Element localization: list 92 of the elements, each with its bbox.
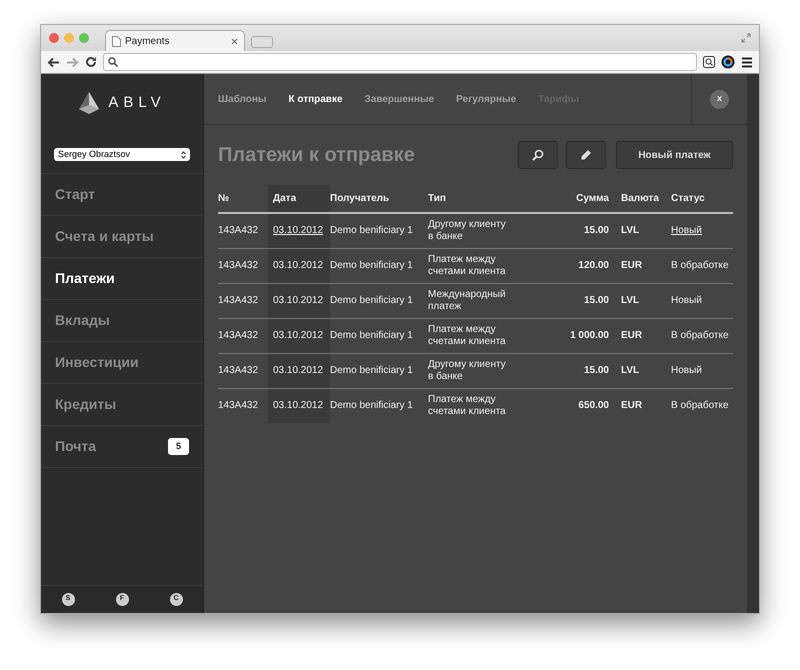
sidebar-item-label: Почта bbox=[55, 437, 96, 456]
type-text: Другому клиенту в банке bbox=[428, 359, 507, 382]
column-header: Статус bbox=[671, 185, 733, 213]
page-title: Платежи к отправке bbox=[218, 143, 416, 167]
table-cell: Новый bbox=[671, 364, 702, 376]
sidebar-item-label: Старт bbox=[55, 185, 95, 204]
sidebar-item[interactable]: Старт bbox=[41, 174, 203, 216]
sidebar-item[interactable]: Платежи bbox=[41, 258, 203, 300]
table-cell: 15.00 bbox=[584, 294, 609, 306]
table-cell: EUR bbox=[621, 400, 642, 411]
fullscreen-icon[interactable] bbox=[741, 33, 751, 43]
table-cell: EUR bbox=[621, 260, 642, 271]
close-icon[interactable] bbox=[231, 38, 238, 44]
table-cell: 143A432 bbox=[218, 294, 258, 306]
sidebar-item-label: Счета и карты bbox=[55, 227, 154, 246]
sidebar-item[interactable]: Счета и карты bbox=[41, 216, 203, 258]
updown-icon bbox=[181, 150, 186, 158]
table-cell: 15.00 bbox=[584, 225, 609, 236]
type-text: Платеж между счетами клиента bbox=[428, 324, 507, 347]
zoom-icon[interactable] bbox=[703, 56, 715, 68]
sidebar-item[interactable]: Вклады bbox=[41, 300, 203, 342]
table-cell: Demo benificiary 1 bbox=[330, 330, 413, 341]
nav-tab[interactable]: Регулярные bbox=[456, 92, 516, 106]
table-cell: LVL bbox=[621, 294, 640, 306]
column-header: Дата bbox=[268, 185, 330, 213]
type-text: Международный платеж bbox=[428, 289, 507, 312]
search-button[interactable] bbox=[518, 141, 558, 169]
table-cell: 120.00 bbox=[578, 260, 609, 271]
page-icon bbox=[112, 36, 121, 46]
count-badge: 5 bbox=[168, 438, 189, 456]
column-header: Валюта bbox=[621, 185, 671, 213]
table-cell: Demo benificiary 1 bbox=[330, 294, 413, 306]
column-header: Сумма bbox=[548, 185, 621, 213]
table-cell: 03.10.2012 bbox=[273, 294, 324, 306]
scrollbar-track[interactable] bbox=[747, 74, 759, 613]
table-cell: Demo benificiary 1 bbox=[330, 260, 413, 271]
table-cell: 650.00 bbox=[578, 400, 609, 411]
user-select[interactable]: Sergey Obraztsov bbox=[54, 148, 190, 161]
search-icon bbox=[108, 57, 118, 67]
table-cell: 143A432 bbox=[218, 400, 258, 411]
table-cell: 03.10.2012 bbox=[273, 400, 324, 411]
new-payment-button[interactable]: Новый платеж bbox=[616, 141, 733, 169]
pencil-icon bbox=[580, 149, 592, 161]
table-cell: В обработке bbox=[671, 330, 729, 341]
forward-icon[interactable] bbox=[66, 56, 79, 68]
nav-tab[interactable]: Шаблоны bbox=[218, 92, 266, 106]
table-cell: В обработке bbox=[671, 400, 729, 411]
table-link[interactable]: Новый bbox=[671, 225, 702, 236]
sidebar-item-label: Вклады bbox=[55, 311, 110, 330]
sidebar-item-label: Инвестиции bbox=[55, 353, 139, 372]
table-cell: LVL bbox=[621, 225, 640, 236]
table-cell: 1 000.00 bbox=[570, 330, 609, 341]
nav-tab[interactable]: К отправке bbox=[288, 92, 343, 106]
address-field[interactable] bbox=[103, 53, 697, 71]
sidebar-item[interactable]: Кредиты bbox=[41, 384, 203, 426]
table-cell: EUR bbox=[621, 330, 642, 341]
type-text: Другому клиенту в банке bbox=[428, 219, 507, 242]
logo-icon bbox=[78, 91, 100, 115]
sidebar-item-label: Платежи bbox=[55, 269, 115, 288]
back-icon[interactable] bbox=[47, 56, 60, 68]
table-cell: 143A432 bbox=[218, 330, 258, 341]
table-cell: 03.10.2012 bbox=[273, 260, 324, 271]
type-text: Платеж между счетами клиента bbox=[428, 394, 507, 418]
table-cell: В обработке bbox=[671, 260, 729, 271]
menu-icon[interactable] bbox=[741, 56, 753, 68]
sidebar-item[interactable]: Инвестиции bbox=[41, 342, 203, 384]
sidebar-item-label: Кредиты bbox=[55, 395, 116, 414]
extension-icon[interactable] bbox=[721, 55, 735, 69]
tab-title: Payments bbox=[125, 34, 170, 48]
reload-icon[interactable] bbox=[85, 56, 97, 68]
table-cell: Demo benificiary 1 bbox=[330, 400, 413, 411]
table-cell: 03.10.2012 bbox=[273, 330, 324, 341]
close-light-icon[interactable] bbox=[49, 33, 59, 43]
close-button[interactable]: x bbox=[710, 90, 729, 108]
search-icon bbox=[532, 149, 544, 161]
table-cell: Demo benificiary 1 bbox=[330, 225, 413, 236]
table-cell: 143A432 bbox=[218, 364, 258, 376]
edit-button[interactable] bbox=[566, 141, 606, 169]
sidebar-item[interactable]: Почта 5 bbox=[41, 426, 203, 468]
type-text: Платеж между счетами клиента bbox=[428, 254, 507, 277]
table-cell: 143A432 bbox=[218, 225, 258, 236]
column-header: Получатель bbox=[330, 185, 428, 213]
table-cell: 143A432 bbox=[218, 260, 258, 271]
nav-tab[interactable]: Завершенные bbox=[364, 92, 434, 106]
browser-tab[interactable]: Payments bbox=[105, 30, 245, 51]
table-cell: Новый bbox=[671, 294, 702, 306]
table-cell: Demo benificiary 1 bbox=[330, 364, 413, 376]
table-cell: 15.00 bbox=[584, 364, 609, 376]
logo-text: ABLV bbox=[108, 92, 166, 113]
column-header: Тип bbox=[428, 185, 548, 213]
table-cell: LVL bbox=[621, 364, 640, 376]
table-cell: 03.10.2012 bbox=[273, 364, 324, 376]
